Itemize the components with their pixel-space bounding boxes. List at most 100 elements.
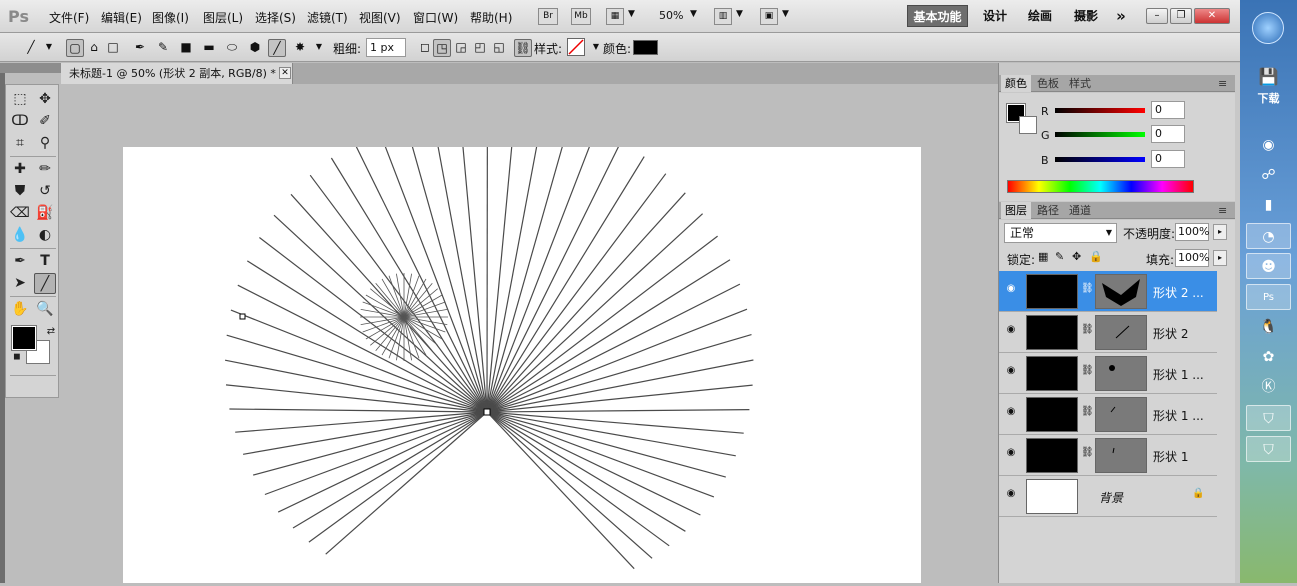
restore-button[interactable]: ❐ <box>1170 8 1192 24</box>
red-slider[interactable] <box>1055 108 1145 113</box>
freeform-pen-icon[interactable]: ✎ <box>154 39 172 57</box>
minimize-button[interactable]: – <box>1146 8 1168 24</box>
app-icon[interactable]: ▮ <box>1246 192 1291 218</box>
blur-tool-icon[interactable]: 💧 <box>9 225 31 246</box>
shape-color-swatch[interactable] <box>633 40 658 55</box>
panel-menu-icon[interactable]: ≡ <box>1214 75 1231 92</box>
close-button[interactable]: ✕ <box>1194 8 1230 24</box>
shape-layers-mode-icon[interactable]: ▢ <box>66 39 84 57</box>
tab-paths[interactable]: 路径 <box>1033 202 1063 219</box>
pinwheel-icon[interactable]: ✿ <box>1246 344 1291 370</box>
menu-select[interactable]: 选择(S) <box>255 9 296 26</box>
healing-brush-icon[interactable]: ✚ <box>9 159 31 180</box>
paint-bucket-icon[interactable]: ⛽ <box>34 203 56 224</box>
opacity-slider-toggle[interactable]: ▸ <box>1213 224 1227 240</box>
menu-filter[interactable]: 滤镜(T) <box>307 9 348 26</box>
download-drive-icon[interactable]: 💾 <box>1246 64 1291 90</box>
document-canvas[interactable] <box>123 147 921 583</box>
lock-all-icon[interactable]: 🔒 <box>1089 250 1103 263</box>
bridge-button[interactable]: Br <box>538 8 558 25</box>
lock-position-icon[interactable]: ✥ <box>1072 250 1081 263</box>
add-to-shape-icon[interactable]: ◳ <box>433 39 451 57</box>
paths-mode-icon[interactable]: ⌂ <box>85 39 103 57</box>
eye-icon[interactable]: ◉ <box>1003 324 1019 338</box>
quick-select-icon[interactable]: ✐ <box>34 111 56 132</box>
shield-icon[interactable]: ⛉ <box>1246 436 1291 462</box>
vector-mask-thumbnail[interactable] <box>1095 397 1147 432</box>
vector-mask-thumbnail[interactable] <box>1095 438 1147 473</box>
red-value-input[interactable]: 0 <box>1151 101 1185 119</box>
blend-mode-select[interactable]: 正常 ▼ <box>1004 223 1117 243</box>
blue-value-input[interactable]: 0 <box>1151 150 1185 168</box>
history-brush-icon[interactable]: ↺ <box>34 181 56 202</box>
rounded-rectangle-icon[interactable]: ▬ <box>200 39 218 57</box>
lock-transparency-icon[interactable]: ▦ <box>1038 250 1048 263</box>
exclude-shape-icon[interactable]: ◱ <box>490 39 508 57</box>
eye-icon[interactable]: ◉ <box>1003 365 1019 379</box>
menu-file[interactable]: 文件(F) <box>49 9 89 26</box>
start-orb-icon[interactable] <box>1252 12 1284 44</box>
anchor-handle[interactable] <box>484 409 490 415</box>
eye-icon[interactable]: ◉ <box>1003 406 1019 420</box>
hand-tool-icon[interactable]: ✋ <box>9 299 31 320</box>
menu-image[interactable]: 图像(I) <box>152 9 189 26</box>
eyedropper-icon[interactable]: ⚲ <box>34 133 56 154</box>
extras-icon[interactable]: ▦ <box>606 8 624 25</box>
chevron-down-icon[interactable]: ▼ <box>782 9 789 19</box>
tab-styles[interactable]: 样式 <box>1065 75 1095 92</box>
chevron-down-icon[interactable]: ▼ <box>690 9 697 19</box>
screen-mode-icon[interactable]: ▣ <box>760 8 778 25</box>
crop-tool-icon[interactable]: ⌗ <box>9 133 31 154</box>
chevron-down-icon[interactable]: ▼ <box>628 9 635 19</box>
marquee-tool-icon[interactable]: ⬚ <box>9 89 31 110</box>
opacity-input[interactable]: 100% <box>1175 223 1209 241</box>
line-tool-icon[interactable]: ╱ <box>34 273 56 294</box>
more-workspaces-icon[interactable]: » <box>1110 5 1132 27</box>
lasso-tool-icon[interactable]: ↀ <box>9 111 31 132</box>
tab-layers[interactable]: 图层 <box>1001 202 1031 219</box>
k-app-icon[interactable]: Ⓚ <box>1246 374 1291 400</box>
clone-stamp-icon[interactable]: ⛊ <box>9 181 31 202</box>
layer-row[interactable]: ◉ ⛓ 形状 2 ... <box>999 271 1217 312</box>
photoshop-task-icon[interactable]: Ps <box>1246 284 1291 310</box>
custom-shape-icon[interactable]: ✸ <box>291 39 309 57</box>
menu-window[interactable]: 窗口(W) <box>413 9 458 26</box>
color-spectrum-bar[interactable] <box>1007 180 1194 193</box>
zoom-tool-icon[interactable]: 🔍 <box>34 299 56 320</box>
workspace-design[interactable]: 设计 <box>978 5 1012 27</box>
tab-channels[interactable]: 通道 <box>1065 202 1095 219</box>
shield-icon[interactable]: ⛉ <box>1246 405 1291 431</box>
line-tool-preset-icon[interactable]: ╱ <box>22 39 40 57</box>
chevron-down-icon[interactable]: ▼ <box>40 39 58 57</box>
dodge-tool-icon[interactable]: ◐ <box>34 225 56 246</box>
layer-row[interactable]: ◉ ⛓ 形状 1 ... <box>999 353 1217 394</box>
new-shape-layer-icon[interactable]: ◻ <box>416 39 434 57</box>
brush-tool-icon[interactable]: ✏ <box>34 159 56 180</box>
menu-edit[interactable]: 编辑(E) <box>101 9 142 26</box>
anchor-handle[interactable] <box>240 314 245 319</box>
fill-input[interactable]: 100% <box>1175 249 1209 267</box>
pen-tool-icon[interactable]: ✒ <box>9 251 31 272</box>
weight-input[interactable]: 1 px <box>366 38 406 57</box>
green-value-input[interactable]: 0 <box>1151 125 1185 143</box>
layer-row[interactable]: ◉ 背景 🔒 <box>999 476 1217 517</box>
workspace-essentials[interactable]: 基本功能 <box>907 5 968 27</box>
chevron-down-icon[interactable]: ▼ <box>736 9 743 19</box>
default-colors-icon[interactable]: ◼ <box>6 347 28 368</box>
pen-tool-icon[interactable]: ✒ <box>131 39 149 57</box>
tab-swatches[interactable]: 色板 <box>1033 75 1063 92</box>
subtract-shape-icon[interactable]: ◲ <box>452 39 470 57</box>
zoom-level[interactable]: 50% <box>659 9 683 22</box>
fill-slider-toggle[interactable]: ▸ <box>1213 250 1227 266</box>
layer-row[interactable]: ◉ ⛓ 形状 2 <box>999 312 1217 353</box>
mini-bridge-button[interactable]: Mb <box>571 8 591 25</box>
panel-menu-icon[interactable]: ≡ <box>1214 202 1231 219</box>
vector-mask-thumbnail[interactable] <box>1095 315 1147 350</box>
intersect-shape-icon[interactable]: ◰ <box>471 39 489 57</box>
layer-row[interactable]: ◉ ⛓ 形状 1 ... <box>999 394 1217 435</box>
chevron-down-icon[interactable]: ▼ <box>310 39 328 57</box>
move-tool-icon[interactable]: ✥ <box>34 89 56 110</box>
link-icon[interactable]: ⛓ <box>514 39 532 57</box>
document-tab[interactable]: 未标题-1 @ 50% (形状 2 副本, RGB/8) * ✕ <box>61 63 293 84</box>
vector-mask-thumbnail[interactable] <box>1095 356 1147 391</box>
